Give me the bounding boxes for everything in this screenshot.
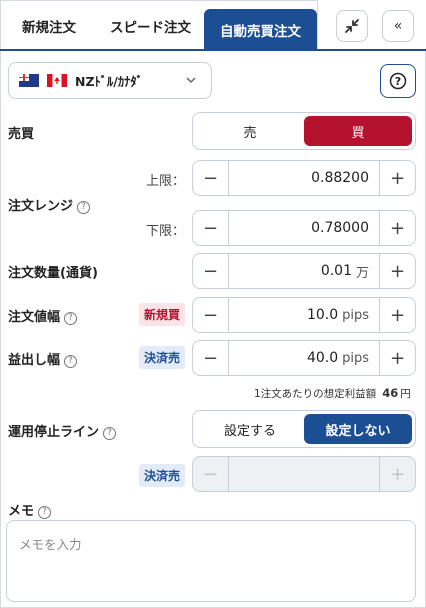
buy-option[interactable]: 買	[304, 116, 412, 146]
collapse-icon	[345, 19, 359, 33]
help-button[interactable]: ?	[380, 64, 416, 98]
trade-side-label: 売買	[8, 127, 35, 142]
order-range-label: 注文レンジ?	[8, 195, 91, 214]
question-icon[interactable]: ?	[64, 355, 78, 368]
tab-auto-trade-order[interactable]: 自動売買注文	[204, 9, 317, 50]
question-icon[interactable]: ?	[103, 427, 117, 440]
stop-line-on-option[interactable]: 設定する	[196, 414, 304, 444]
help-glyph: ?	[394, 74, 402, 88]
lower-limit-input[interactable]: 0.78000	[229, 211, 379, 245]
quantity-stepper: − 0.01 万 +	[192, 253, 416, 289]
settle-sell-badge: 決済売	[139, 346, 186, 369]
quantity-plus-button[interactable]: +	[379, 254, 415, 288]
lower-limit-minus-button[interactable]: −	[193, 211, 229, 245]
profit-width-plus-button[interactable]: +	[379, 341, 415, 375]
canada-flag-icon	[47, 74, 67, 87]
stop-line-input	[229, 457, 379, 491]
upper-limit-label: 上限：	[146, 174, 186, 189]
question-icon[interactable]: ?	[77, 201, 91, 214]
new-buy-badge: 新規買	[139, 303, 186, 326]
lower-limit-label: 下限：	[146, 224, 186, 239]
stop-line-minus-button: −	[193, 457, 229, 491]
stop-line-settle-badge: 決済売	[139, 464, 186, 487]
order-width-minus-button[interactable]: −	[193, 298, 229, 332]
currency-pair-name: NZﾄﾞﾙ/ｶﾅﾀﾞ	[75, 74, 143, 89]
profit-width-minus-button[interactable]: −	[193, 341, 229, 375]
tab-new-order[interactable]: 新規注文	[1, 1, 97, 50]
lower-limit-stepper: − 0.78000 +	[192, 210, 416, 246]
upper-limit-plus-button[interactable]: +	[379, 161, 415, 195]
expected-profit-amount: 46	[382, 386, 399, 400]
stop-line-plus-button: +	[379, 457, 415, 491]
stop-line-off-option[interactable]: 設定しない	[304, 414, 412, 444]
upper-limit-stepper: − 0.88200 +	[192, 160, 416, 196]
nz-flag-icon	[19, 74, 39, 87]
order-tabs: 新規注文 スピード注文 自動売買注文	[0, 0, 318, 50]
tab-bar: 新規注文 スピード注文 自動売買注文 «	[0, 0, 426, 56]
expected-profit-note: 1注文あたりの想定利益額 46 円	[254, 386, 411, 400]
tab-speed-order[interactable]: スピード注文	[97, 1, 204, 50]
profit-width-label: 益出し幅?	[8, 349, 78, 368]
double-chevron-left-icon: «	[393, 18, 403, 34]
stop-line-stepper: − +	[192, 456, 416, 492]
sell-option[interactable]: 売	[196, 116, 304, 146]
order-width-stepper: − 10.0 pips +	[192, 297, 416, 333]
upper-limit-input[interactable]: 0.88200	[229, 161, 379, 195]
question-icon[interactable]: ?	[64, 312, 78, 325]
quantity-label: 注文数量(通貨)	[8, 266, 98, 281]
chevron-down-icon	[186, 77, 196, 84]
quantity-minus-button[interactable]: −	[193, 254, 229, 288]
quantity-input[interactable]: 0.01 万	[229, 254, 379, 288]
upper-limit-minus-button[interactable]: −	[193, 161, 229, 195]
question-icon[interactable]: ?	[38, 506, 52, 519]
memo-label: メモ?	[8, 500, 52, 519]
trade-side-toggle: 売 買	[192, 112, 416, 150]
back-button[interactable]: «	[382, 10, 414, 42]
memo-input[interactable]: メモを入力	[6, 520, 416, 602]
profit-width-input[interactable]: 40.0 pips	[229, 341, 379, 375]
currency-pair-select[interactable]: NZﾄﾞﾙ/ｶﾅﾀﾞ	[8, 62, 212, 99]
collapse-button[interactable]	[336, 10, 368, 42]
order-width-label: 注文値幅?	[8, 306, 78, 325]
profit-width-stepper: − 40.0 pips +	[192, 340, 416, 376]
lower-limit-plus-button[interactable]: +	[379, 211, 415, 245]
order-width-plus-button[interactable]: +	[379, 298, 415, 332]
stop-line-toggle: 設定する 設定しない	[192, 410, 416, 448]
order-width-input[interactable]: 10.0 pips	[229, 298, 379, 332]
stop-line-label: 運用停止ライン?	[8, 421, 117, 440]
